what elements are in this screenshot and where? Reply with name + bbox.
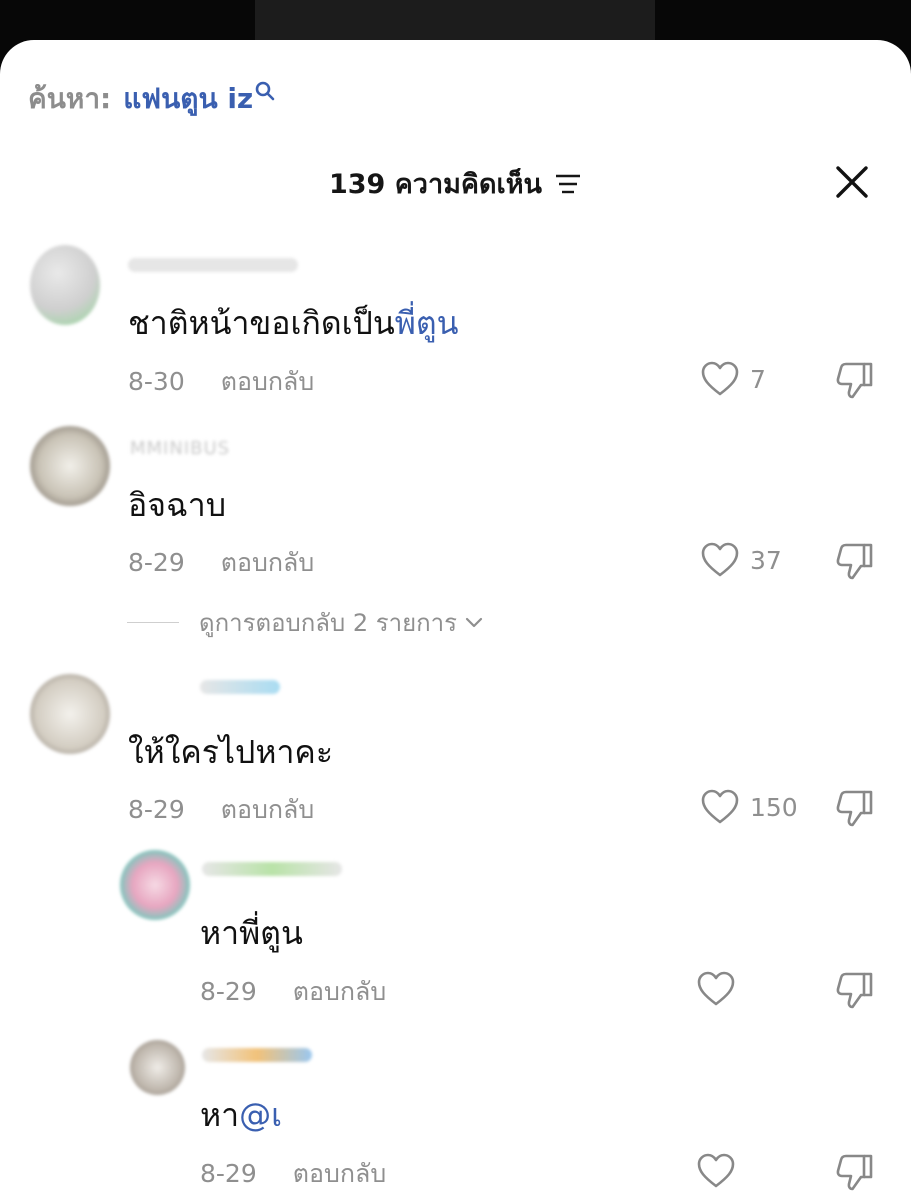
like-count: 37 — [750, 545, 782, 575]
reply-button[interactable]: ตอบกลับ — [293, 977, 386, 1006]
reply-button[interactable]: ตอบกลับ — [221, 548, 314, 577]
comment-date: 8-29 — [128, 795, 185, 824]
comment-count-title: 139 ความคิดเห็น — [328, 169, 543, 200]
avatar[interactable] — [30, 245, 100, 325]
view-replies-label: ดูการตอบกลับ 2 รายการ — [199, 609, 458, 637]
view-replies-button[interactable]: ดูการตอบกลับ 2 รายการ — [127, 603, 483, 642]
heart-icon — [701, 361, 739, 396]
heart-icon — [701, 789, 739, 824]
reply-meta: 8-29 ตอบกลับ — [200, 972, 386, 1012]
sort-icon[interactable] — [554, 173, 582, 195]
comment-username[interactable]: MMINIBUS — [130, 438, 230, 459]
search-suggestion[interactable]: ค้นหา: แฟนตูน iz — [28, 77, 275, 121]
dislike-icon[interactable] — [834, 970, 876, 1010]
search-prefix: ค้นหา: — [28, 82, 112, 115]
reply-mention[interactable]: @เ — [239, 1096, 282, 1134]
reply-button[interactable]: ตอบกลับ — [293, 1159, 386, 1188]
like-button[interactable]: 150 — [700, 789, 798, 825]
avatar[interactable] — [120, 850, 190, 920]
like-button[interactable] — [696, 971, 746, 1007]
like-button[interactable] — [696, 1153, 746, 1189]
like-button[interactable]: 37 — [700, 542, 782, 578]
comment-meta: 8-29 ตอบกลับ — [128, 543, 314, 583]
avatar[interactable] — [130, 1040, 185, 1095]
avatar[interactable] — [30, 426, 110, 506]
reply-date: 8-29 — [200, 1159, 257, 1188]
comment-date: 8-30 — [128, 367, 185, 396]
reply-username[interactable] — [202, 1048, 312, 1062]
like-count: 150 — [750, 792, 798, 822]
search-icon — [255, 81, 275, 101]
comment-text: อิจฉาบ — [128, 486, 227, 524]
like-count: 7 — [750, 364, 766, 394]
dislike-icon[interactable] — [834, 541, 876, 581]
avatar[interactable] — [30, 674, 110, 754]
reply-date: 8-29 — [200, 977, 257, 1006]
comment-meta: 8-29 ตอบกลับ — [128, 790, 314, 830]
comment-date: 8-29 — [128, 548, 185, 577]
heart-icon — [697, 971, 735, 1006]
reply-username[interactable] — [202, 862, 342, 876]
comments-header: 139 ความคิดเห็น — [0, 162, 911, 205]
heart-icon — [701, 542, 739, 577]
chevron-down-icon — [465, 617, 483, 627]
dislike-icon[interactable] — [834, 1152, 876, 1192]
comment-username[interactable] — [128, 258, 298, 272]
divider — [127, 622, 179, 623]
comment-text: ชาติหน้าขอเกิดเป็นพี่ตูน — [128, 304, 459, 342]
reply-meta: 8-29 ตอบกลับ — [200, 1154, 386, 1194]
dislike-icon[interactable] — [834, 360, 876, 400]
comment-meta: 8-30 ตอบกลับ — [128, 362, 314, 402]
reply-button[interactable]: ตอบกลับ — [221, 367, 314, 396]
reply-text: หาพี่ตูน — [200, 914, 303, 952]
like-button[interactable]: 7 — [700, 361, 766, 397]
search-term[interactable]: แฟนตูน iz — [123, 77, 253, 121]
comment-mention[interactable]: พี่ตูน — [395, 304, 459, 342]
reply-text: หา@เ — [200, 1096, 282, 1134]
reply-button[interactable]: ตอบกลับ — [221, 795, 314, 824]
comment-username[interactable] — [200, 680, 280, 694]
comment-text: ให้ใครไปหาคะ — [128, 733, 333, 771]
heart-icon — [697, 1153, 735, 1188]
dislike-icon[interactable] — [834, 788, 876, 828]
comments-sheet: ค้นหา: แฟนตูน iz 139 ความคิดเห็น ชาติหน้… — [0, 40, 911, 1200]
close-icon[interactable] — [832, 162, 872, 202]
